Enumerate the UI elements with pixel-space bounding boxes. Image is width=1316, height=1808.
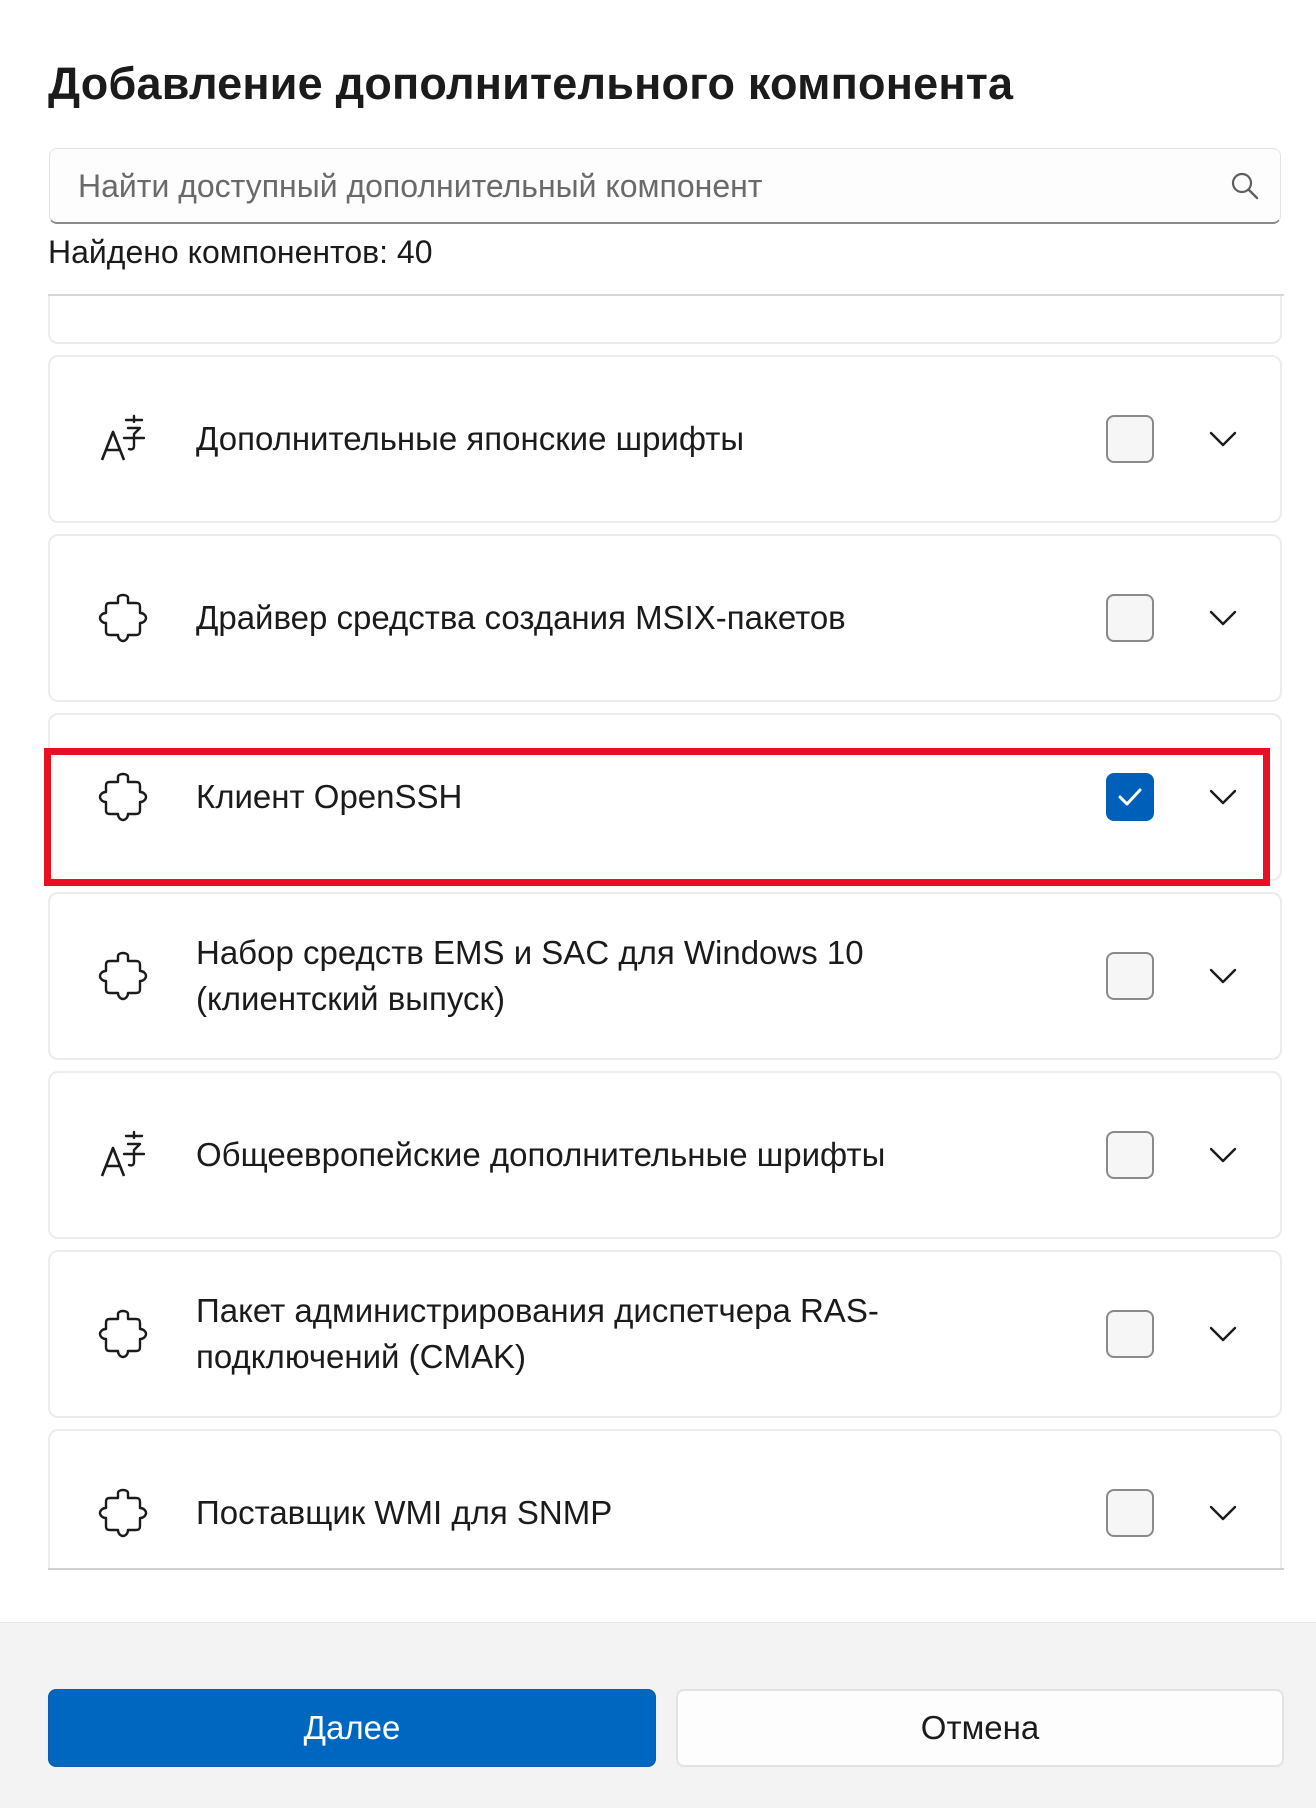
feature-label: Поставщик WMI для SNMP	[196, 1494, 613, 1531]
chevron-down-icon[interactable]	[1208, 608, 1238, 628]
search-input[interactable]	[76, 149, 1200, 223]
list-item[interactable]: Драйвер средства создания MSIX-пакетов	[48, 534, 1282, 702]
feature-label: Общеевропейские дополнительные шрифты	[196, 1136, 886, 1173]
puzzle-icon	[96, 1307, 150, 1361]
puzzle-icon	[96, 770, 150, 824]
list-item[interactable]: Пакет администрирования диспетчера RAS-п…	[48, 1250, 1282, 1418]
list-item[interactable]	[48, 296, 1282, 344]
feature-checkbox[interactable]	[1106, 1310, 1154, 1358]
feature-label: Дополнительные японские шрифты	[196, 420, 745, 457]
list-item[interactable]: Дополнительные японские шрифты	[48, 355, 1282, 523]
feature-list-inner: Дополнительные японские шрифты Драйвер ср…	[48, 296, 1284, 1568]
feature-label: Клиент OpenSSH	[196, 778, 463, 815]
puzzle-icon	[96, 1486, 150, 1540]
search-box[interactable]	[49, 148, 1281, 224]
feature-checkbox[interactable]	[1106, 415, 1154, 463]
chevron-down-icon[interactable]	[1208, 429, 1238, 449]
feature-label: Драйвер средства создания MSIX-пакетов	[196, 599, 846, 636]
cancel-button[interactable]: Отмена	[676, 1689, 1284, 1767]
list-item[interactable]: Набор средств EMS и SAC для Windows 10 (…	[48, 892, 1282, 1060]
next-button[interactable]: Далее	[48, 1689, 656, 1767]
puzzle-icon	[96, 591, 150, 645]
chevron-down-icon[interactable]	[1208, 787, 1238, 807]
chevron-down-icon[interactable]	[1208, 1145, 1238, 1165]
puzzle-icon	[96, 949, 150, 1003]
list-item[interactable]: Общеевропейские дополнительные шрифты	[48, 1071, 1282, 1239]
feature-checkbox[interactable]	[1106, 1489, 1154, 1537]
font-icon	[96, 412, 150, 466]
list-item[interactable]: Клиент OpenSSH	[48, 713, 1282, 881]
feature-label: Набор средств EMS и SAC для Windows 10 (…	[196, 934, 864, 1017]
add-optional-feature-dialog: Добавление дополнительного компонента На…	[0, 0, 1316, 1808]
chevron-down-icon[interactable]	[1208, 966, 1238, 986]
list-item[interactable]: Поставщик WMI для SNMP	[48, 1429, 1282, 1568]
feature-count: Найдено компонентов: 40	[48, 234, 433, 270]
dialog-footer: Далее Отмена	[0, 1622, 1316, 1808]
dialog-content: Добавление дополнительного компонента На…	[0, 0, 1316, 1622]
search-icon[interactable]	[1230, 171, 1260, 201]
feature-label: Пакет администрирования диспетчера RAS-п…	[196, 1292, 879, 1375]
dialog-title: Добавление дополнительного компонента	[48, 58, 1014, 109]
font-icon	[96, 1128, 150, 1182]
chevron-down-icon[interactable]	[1208, 1503, 1238, 1523]
feature-checkbox[interactable]	[1106, 952, 1154, 1000]
chevron-down-icon[interactable]	[1208, 1324, 1238, 1344]
feature-checkbox[interactable]	[1106, 1131, 1154, 1179]
feature-checkbox[interactable]	[1106, 773, 1154, 821]
feature-checkbox[interactable]	[1106, 594, 1154, 642]
feature-list[interactable]: Дополнительные японские шрифты Драйвер ср…	[48, 294, 1284, 1570]
